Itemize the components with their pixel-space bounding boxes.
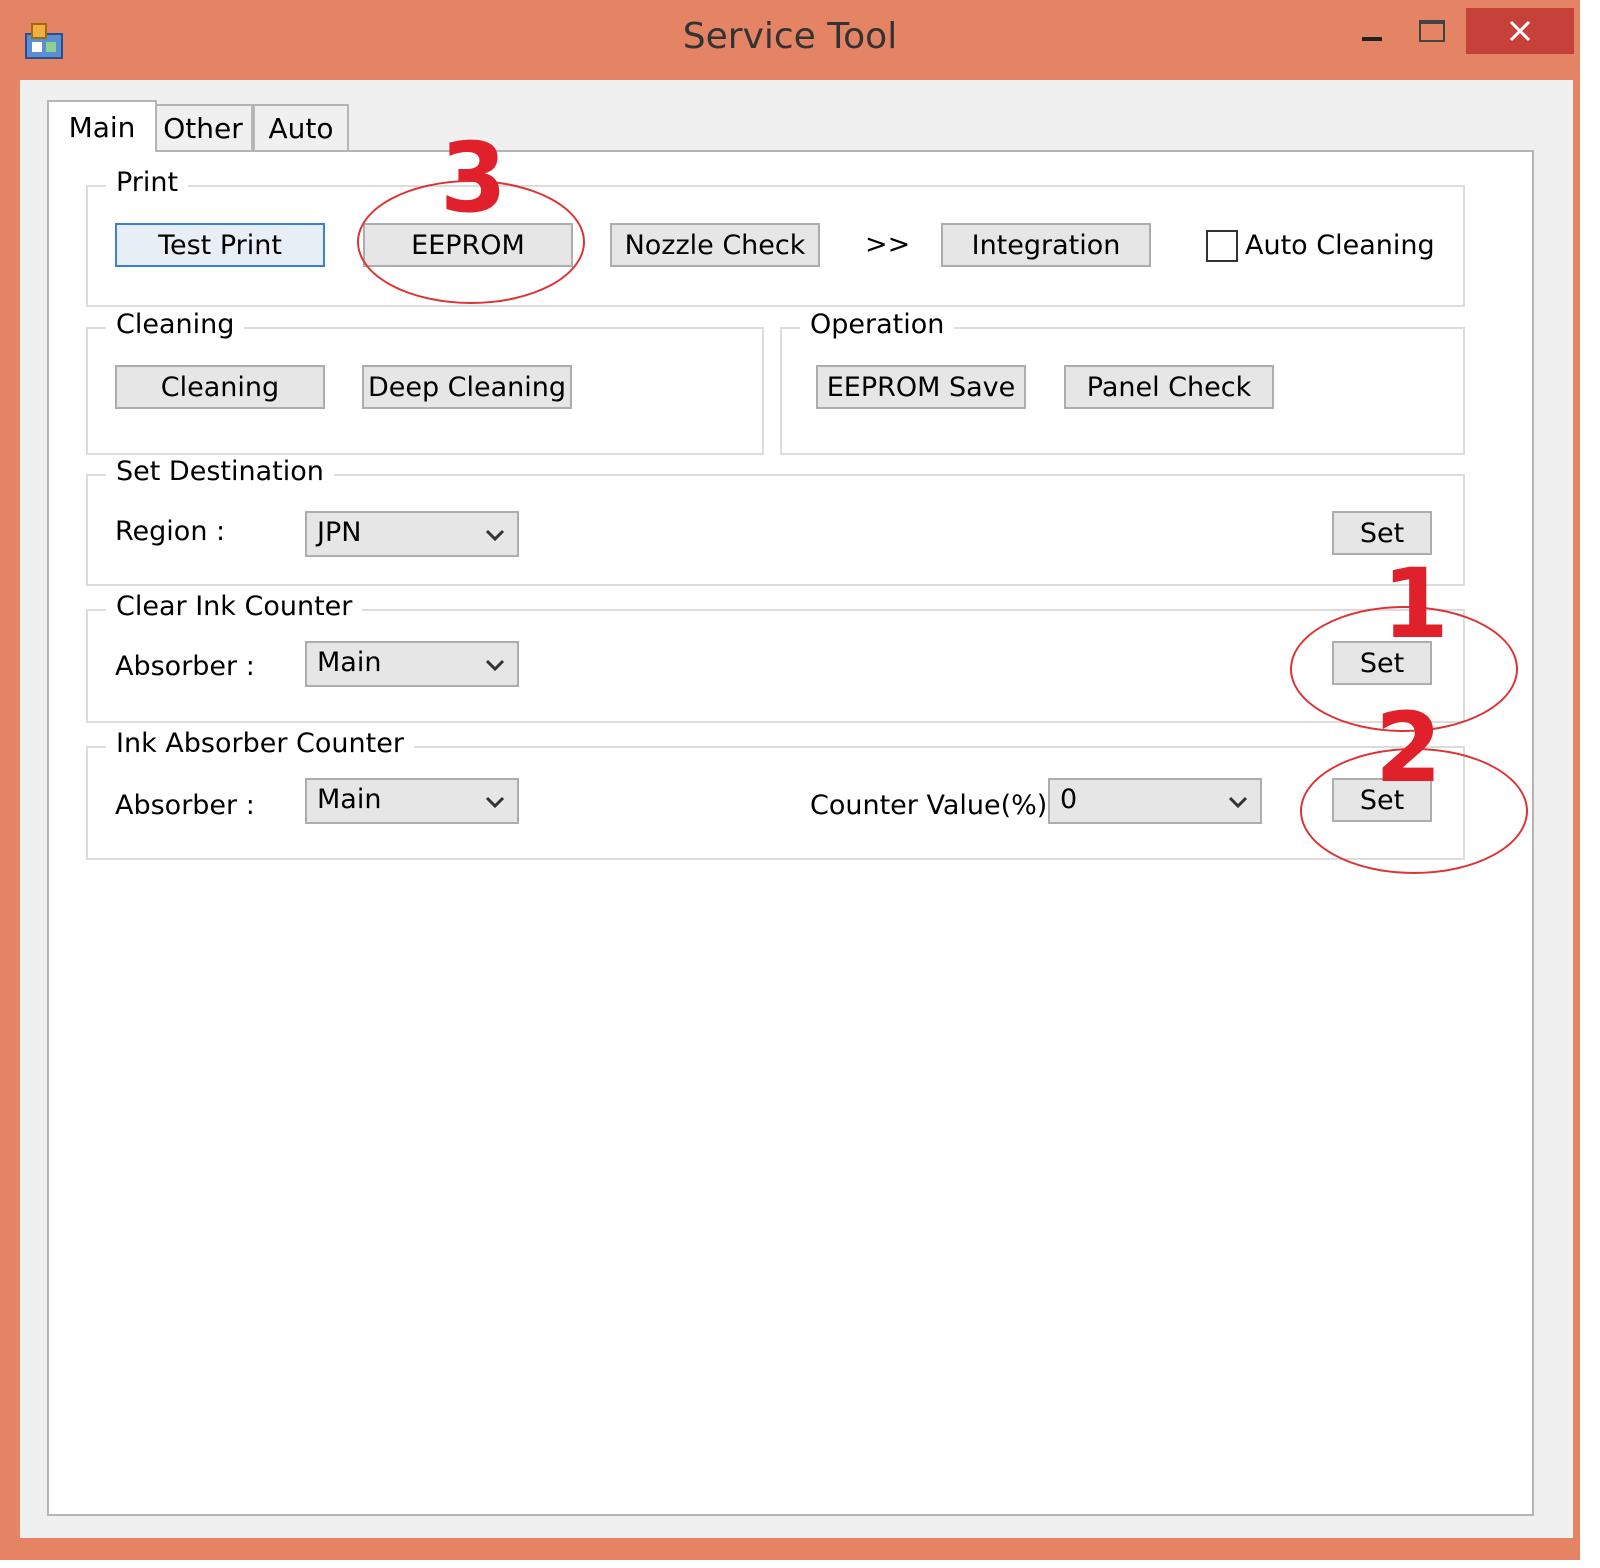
cleaning-legend: Cleaning [106,309,245,340]
chevron-down-icon [1228,796,1248,809]
minimize-button[interactable] [1342,8,1402,54]
clear-absorber-select[interactable]: Main [305,641,519,687]
deep-cleaning-button[interactable]: Deep Cleaning [362,365,572,409]
test-print-button[interactable]: Test Print [115,223,325,267]
eeprom-save-button[interactable]: EEPROM Save [816,365,1026,409]
ink-absorber-counter-group: Ink Absorber Counter Absorber : Main Cou… [86,728,1465,860]
operation-group: Operation EEPROM Save Panel Check [780,309,1465,455]
counter-value-select[interactable]: 0 [1048,778,1262,824]
ink-absorber-label: Absorber : [115,790,255,821]
counter-value-label: Counter Value(%) : [810,790,1066,821]
cleaning-button[interactable]: Cleaning [115,365,325,409]
minimize-icon [1362,37,1382,41]
chevron-down-icon [485,659,505,672]
arrows-label: >> [865,229,911,260]
print-group: Print Test Print EEPROM Nozzle Check >> … [86,167,1465,307]
nozzle-check-button[interactable]: Nozzle Check [610,223,820,267]
annotation-number-2: 2 [1375,692,1442,804]
tab-other[interactable]: Other [153,104,253,150]
integration-button[interactable]: Integration [941,223,1151,267]
annotation-number-1: 1 [1382,548,1449,660]
clear-absorber-value: Main [317,647,382,678]
print-legend: Print [106,167,189,198]
auto-cleaning-label[interactable]: Auto Cleaning [1245,230,1435,261]
operation-legend: Operation [800,309,955,340]
counter-value: 0 [1060,784,1078,815]
chevron-down-icon [485,529,505,542]
set-destination-group: Set Destination Region : JPN Set [86,456,1465,586]
clear-ink-counter-group: Clear Ink Counter Absorber : Main Set [86,591,1465,723]
auto-cleaning-checkbox[interactable] [1206,230,1238,262]
ink-absorber-select[interactable]: Main [305,778,519,824]
region-select[interactable]: JPN [305,511,519,557]
service-tool-window: Service Tool Main Other Auto Print Test … [0,0,1580,1560]
maximize-button[interactable] [1402,8,1462,54]
tab-main[interactable]: Main [47,100,157,152]
tab-auto[interactable]: Auto [253,104,349,150]
close-icon [1509,20,1531,42]
set-destination-legend: Set Destination [106,456,334,487]
ink-absorber-value: Main [317,784,382,815]
clear-ink-counter-legend: Clear Ink Counter [106,591,363,622]
close-button[interactable] [1466,8,1574,54]
ink-absorber-counter-legend: Ink Absorber Counter [106,728,414,759]
annotation-number-3: 3 [440,122,507,234]
cleaning-group: Cleaning Cleaning Deep Cleaning [86,309,764,455]
panel-check-button[interactable]: Panel Check [1064,365,1274,409]
region-label: Region : [115,516,226,547]
region-value: JPN [317,517,362,548]
clear-absorber-label: Absorber : [115,651,255,682]
maximize-icon [1419,20,1445,42]
chevron-down-icon [485,796,505,809]
title-bar[interactable]: Service Tool [0,0,1580,80]
